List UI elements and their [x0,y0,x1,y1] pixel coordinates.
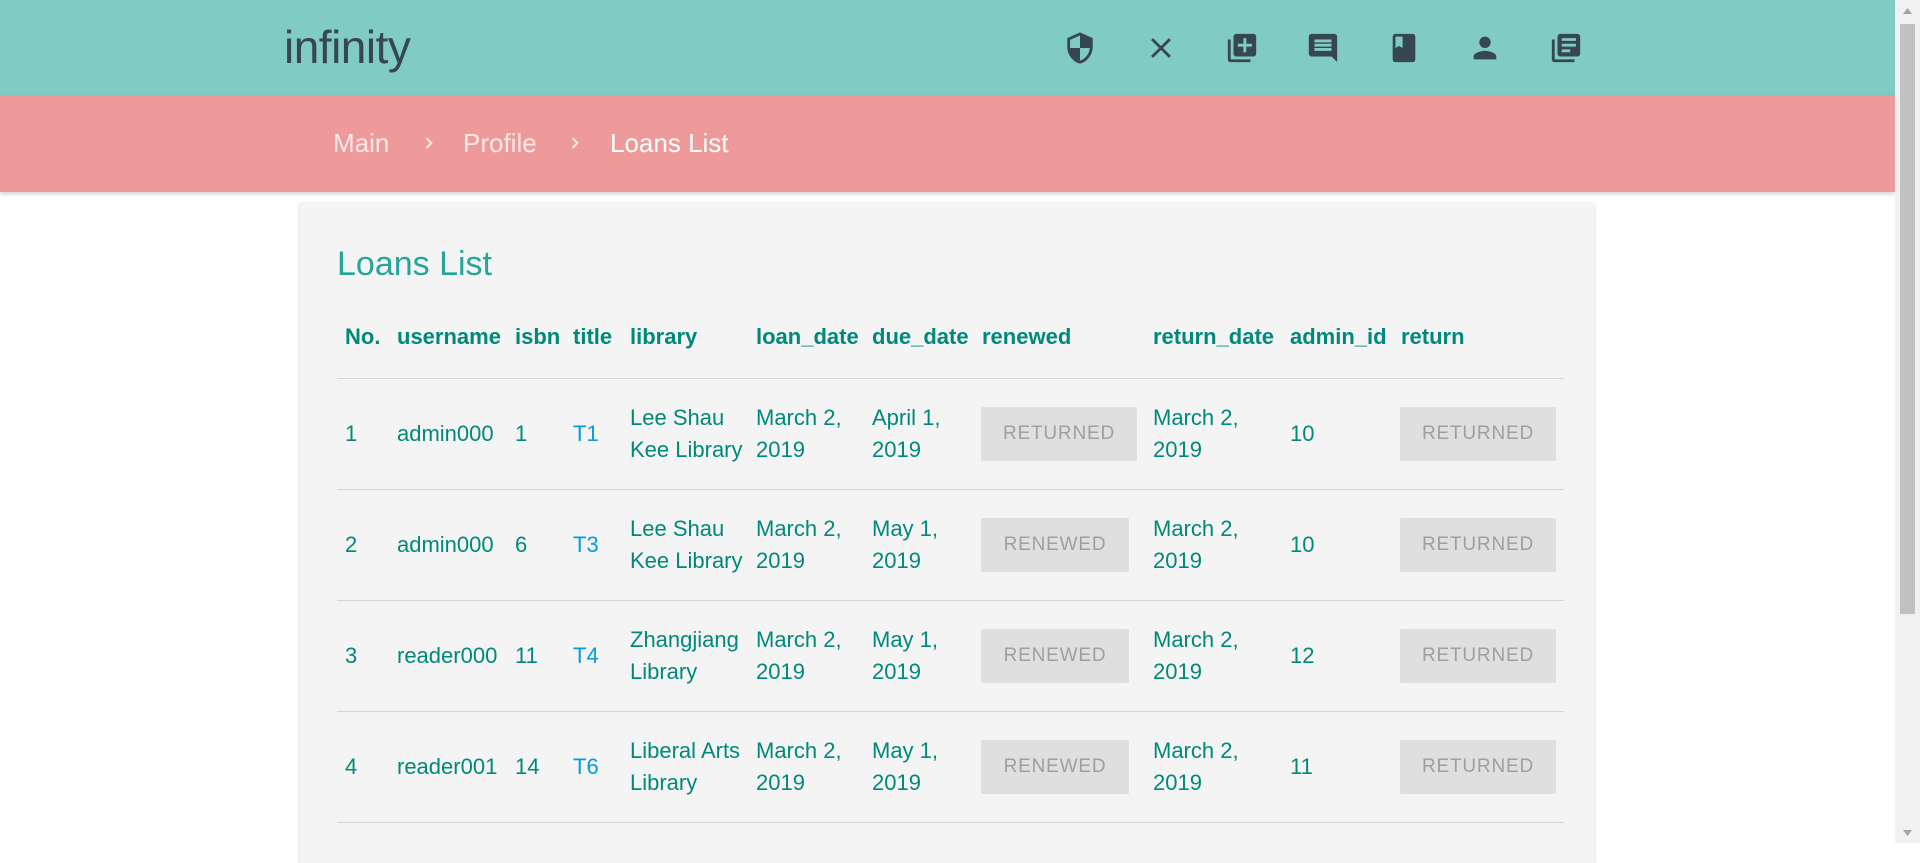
breadcrumb-profile[interactable]: Profile [463,128,537,159]
column-header-return-date: return_date [1153,324,1275,349]
breadcrumb-main[interactable]: Main [333,128,389,159]
cell-return-date-line1: March 2, [1153,516,1239,541]
breadcrumb [0,95,1895,192]
return-button[interactable]: RETURNED [1400,629,1556,683]
cell-return-date-line1: March 2, [1153,627,1239,652]
cell-loan-date-line2: 2019 [756,659,805,684]
column-header-admin-id: admin_id [1290,324,1387,349]
cell-username: reader000 [397,643,498,668]
cell-isbn: 1 [515,421,528,446]
cell-due-date-line1: May 1, [872,516,939,541]
cell-return-date-line2: 2019 [1153,548,1202,573]
renewed-status-button[interactable]: RETURNED [981,407,1137,461]
close-icon[interactable] [1141,28,1181,68]
cell-library-line2: Library [630,770,698,795]
add-box-icon[interactable] [1222,28,1262,68]
renewed-status-button[interactable]: RENEWED [981,629,1129,683]
table-divider [337,711,1564,712]
column-header-username: username [397,324,501,349]
cell-title-link[interactable]: T6 [573,751,599,783]
chevron-right-icon [564,131,586,155]
cell-library-line2: Library [630,659,698,684]
cell-admin-id: 11 [1290,754,1313,779]
cell-title-link[interactable]: T3 [573,529,599,561]
return-button[interactable]: RETURNED [1400,407,1556,461]
cell-loan-date-line1: March 2, [756,627,842,652]
cell-username: admin000 [397,532,494,557]
cell-library-line1: Zhangjiang [630,627,739,652]
column-header-return: return [1401,324,1465,349]
cell-no: 4 [345,754,358,779]
cell-due-date-line1: May 1, [872,627,939,652]
column-header-title: title [573,324,613,349]
cell-admin-id: 10 [1290,532,1315,557]
cell-isbn: 14 [515,754,540,779]
return-button[interactable]: RETURNED [1400,518,1556,572]
column-header-due-date: due_date [872,324,969,349]
comment-icon[interactable] [1303,28,1343,68]
cell-isbn: 6 [515,532,528,557]
column-header-isbn: isbn [515,324,561,349]
vertical-scrollbar[interactable] [1895,0,1920,843]
table-divider [337,378,1564,379]
cell-loan-date-line2: 2019 [756,770,805,795]
cell-library-line1: Lee Shau [630,405,725,430]
cell-loan-date-line1: March 2, [756,516,842,541]
cell-admin-id: 10 [1290,421,1315,446]
person-icon[interactable] [1465,28,1505,68]
cell-library-line2: Kee Library [630,548,743,573]
scroll-up-icon[interactable] [1895,2,1920,19]
cell-return-date-line1: March 2, [1153,738,1239,763]
column-header-renewed: renewed [982,324,1072,349]
cell-return-date-line2: 2019 [1153,659,1202,684]
breadcrumb-loans-list[interactable]: Loans List [610,128,729,159]
column-header-loan-date: loan_date [756,324,859,349]
cell-loan-date-line1: March 2, [756,738,842,763]
cell-loan-date-line2: 2019 [756,548,805,573]
cell-title-link[interactable]: T4 [573,640,599,672]
cell-return-date-line1: March 2, [1153,405,1239,430]
chevron-right-icon [418,131,440,155]
column-header-no: No. [345,324,381,349]
cell-loan-date-line1: March 2, [756,405,842,430]
cell-library-line1: Lee Shau [630,516,725,541]
renewed-status-button[interactable]: RENEWED [981,518,1129,572]
cell-return-date-line2: 2019 [1153,770,1202,795]
cell-due-date-line2: 2019 [872,548,921,573]
scrollbar-thumb[interactable] [1900,24,1915,614]
cell-due-date-line1: May 1, [872,738,939,763]
cell-admin-id: 12 [1290,643,1315,668]
cell-title-link[interactable]: T1 [573,418,599,450]
table-divider [337,822,1564,823]
book-icon[interactable] [1384,28,1424,68]
shield-icon[interactable] [1060,28,1100,68]
cell-due-date-line1: April 1, [872,405,941,430]
column-header-library: library [630,324,698,349]
library-books-icon[interactable] [1546,28,1586,68]
scroll-down-icon[interactable] [1895,824,1920,841]
cell-library-line1: Liberal Arts [630,738,741,763]
cell-username: reader001 [397,754,498,779]
cell-loan-date-line2: 2019 [756,437,805,462]
cell-library-line2: Kee Library [630,437,743,462]
cell-isbn: 11 [515,643,538,668]
table-divider [337,489,1564,490]
renewed-status-button[interactable]: RENEWED [981,740,1129,794]
cell-due-date-line2: 2019 [872,770,921,795]
cell-no: 1 [345,421,358,446]
brand-logo[interactable]: infinity [284,20,411,74]
cell-return-date-line2: 2019 [1153,437,1202,462]
top-app-bar: infinity [0,0,1895,95]
return-button[interactable]: RETURNED [1400,740,1556,794]
cell-username: admin000 [397,421,494,446]
cell-due-date-line2: 2019 [872,659,921,684]
cell-no: 3 [345,643,358,668]
cell-no: 2 [345,532,358,557]
table-divider [337,600,1564,601]
cell-due-date-line2: 2019 [872,437,921,462]
page-title: Loans List [337,245,492,283]
